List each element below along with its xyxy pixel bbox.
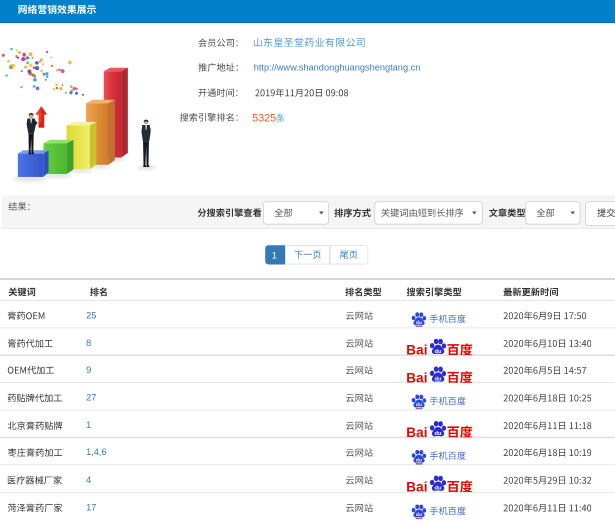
svg-text:du: du	[416, 457, 422, 463]
svg-text:Bai: Bai	[407, 370, 428, 383]
svg-text:du: du	[435, 486, 443, 492]
svg-text:du: du	[435, 376, 443, 382]
svg-text:du: du	[435, 349, 443, 355]
svg-text:du: du	[416, 512, 422, 518]
svg-text:du: du	[416, 320, 422, 326]
svg-text:du: du	[416, 402, 422, 408]
svg-text:Bai: Bai	[407, 425, 428, 438]
svg-text:du: du	[435, 431, 443, 437]
svg-text:Bai: Bai	[407, 480, 428, 493]
svg-text:Bai: Bai	[407, 343, 428, 356]
